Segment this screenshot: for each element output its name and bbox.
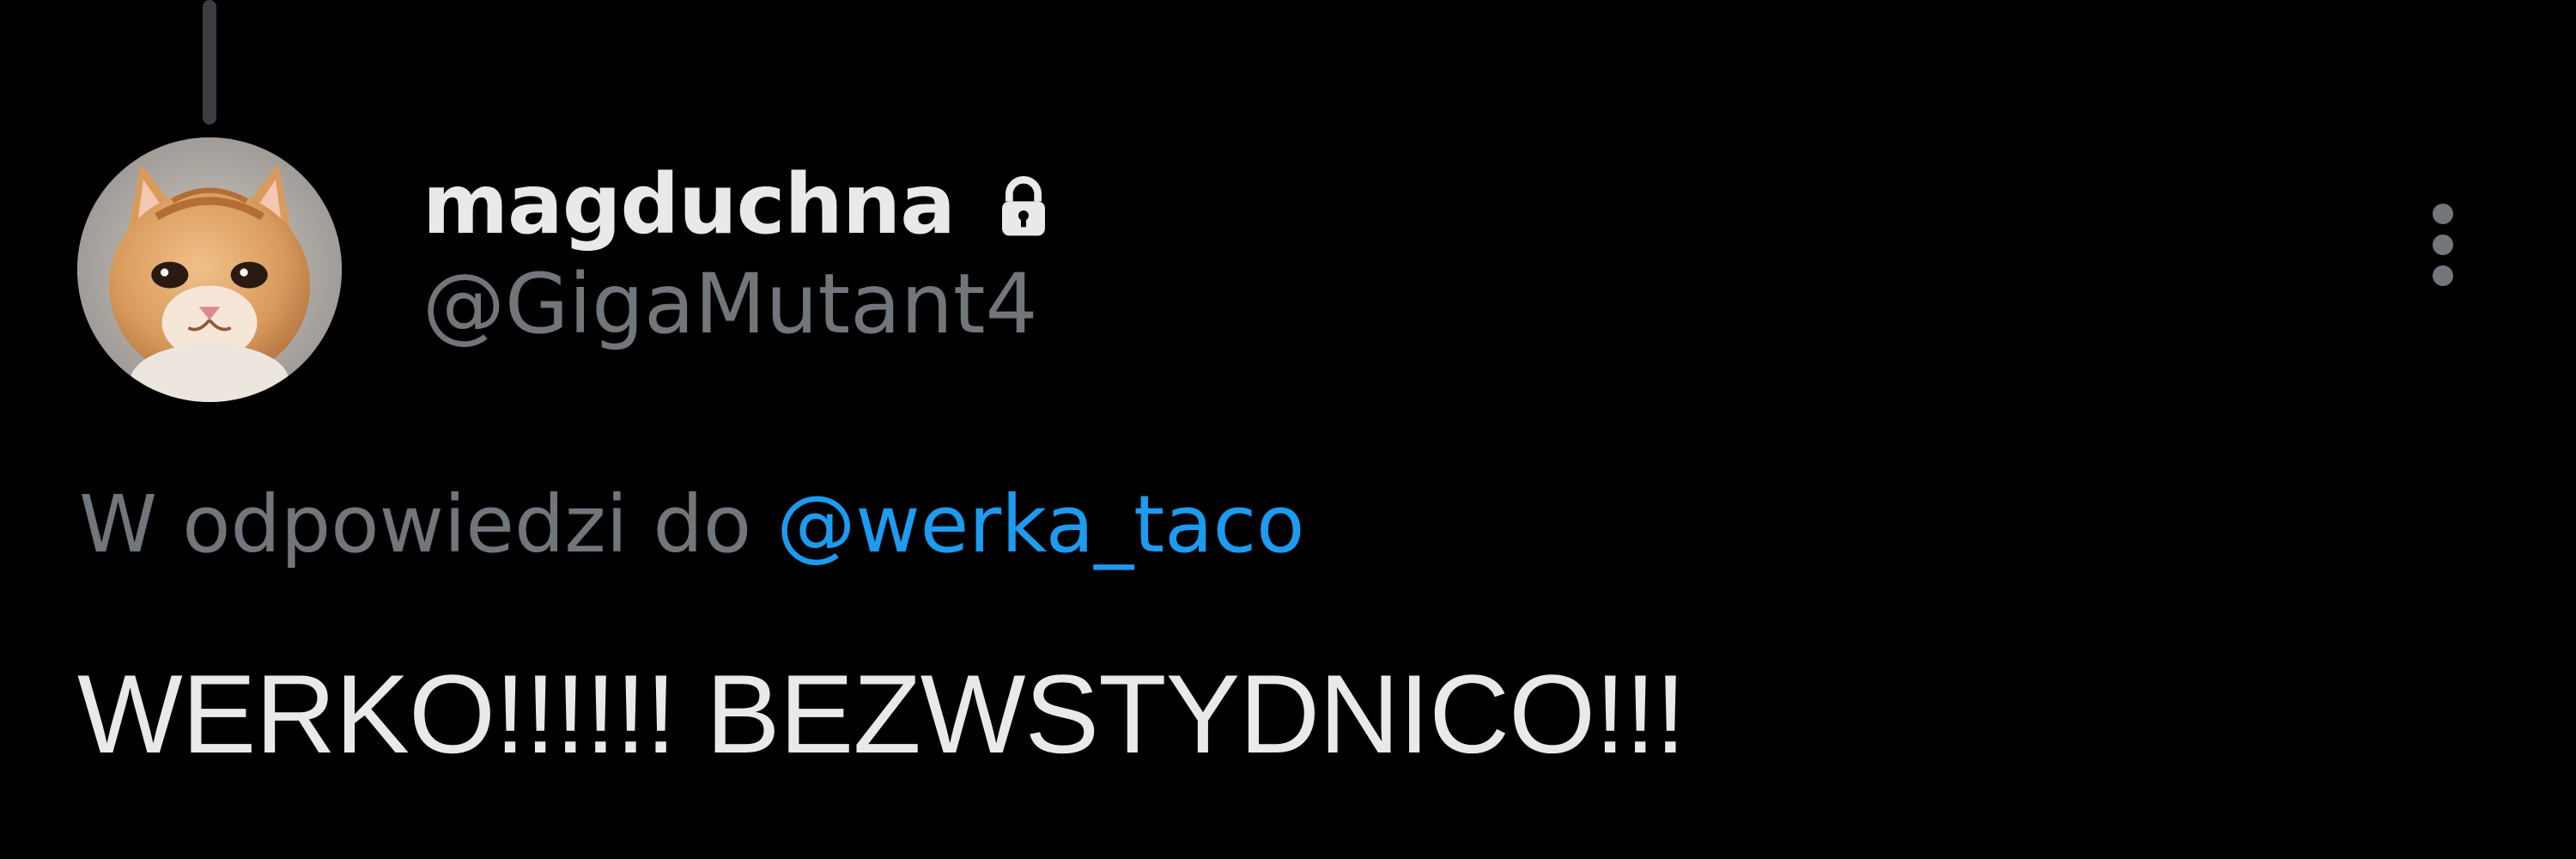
author-name-row: magduchna — [422, 153, 1058, 256]
more-vertical-icon-dot — [2433, 204, 2453, 224]
tweet-header: magduchna @GigaMutant4 — [422, 153, 1058, 350]
kitten-avatar-image — [77, 137, 342, 402]
reply-context-prefix: W odpowiedzi do — [79, 478, 777, 570]
reply-context: W odpowiedzi do @werka_taco — [79, 481, 1304, 568]
more-vertical-icon-dot — [2433, 235, 2453, 255]
thread-connector-line — [203, 0, 216, 125]
avatar[interactable] — [77, 137, 342, 402]
more-options-button[interactable] — [2413, 193, 2473, 296]
more-vertical-icon-dot — [2433, 265, 2453, 286]
lock-icon — [989, 173, 1058, 241]
tweet-text: WERKO!!!!!! BEZWSTYDNICO!!! — [77, 651, 1686, 777]
author-handle[interactable]: @GigaMutant4 — [422, 259, 1058, 350]
reply-mention-link[interactable]: @werka_taco — [776, 478, 1304, 570]
author-display-name[interactable]: magduchna — [422, 163, 956, 246]
